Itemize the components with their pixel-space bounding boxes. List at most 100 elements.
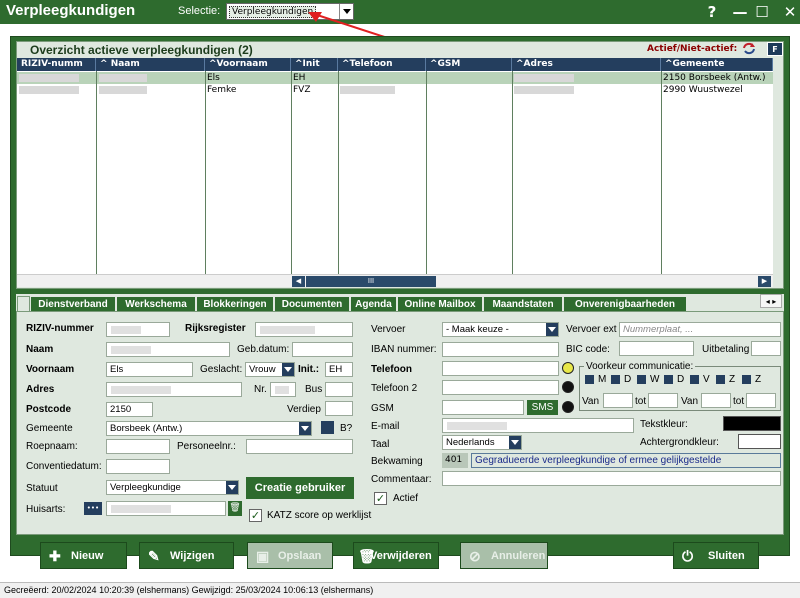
minimize-icon[interactable]: — <box>730 2 750 22</box>
email-input[interactable] <box>442 418 634 433</box>
statuut-select[interactable]: Verpleegkundige <box>106 480 239 495</box>
table-row[interactable]: Els EH 2150 Borsbeek (Antw.) <box>17 72 773 84</box>
van-input-1[interactable] <box>603 393 633 408</box>
tab-agenda[interactable]: Agenda <box>350 296 397 312</box>
tab-scroll-arrows[interactable]: ◂ ▸ <box>760 294 782 308</box>
init-input[interactable]: EH <box>325 362 353 377</box>
day-checkbox-w[interactable] <box>637 375 646 384</box>
taal-select[interactable]: Nederlands <box>442 435 522 450</box>
chevron-down-icon[interactable] <box>226 481 238 494</box>
wijzigen-button[interactable]: ✎ Wijzigen <box>139 542 234 569</box>
col-gemeente[interactable]: ^Gemeente <box>661 58 773 71</box>
tab-werkschema[interactable]: Werkschema <box>116 296 196 312</box>
bus-input[interactable] <box>325 382 353 397</box>
chevron-down-icon[interactable] <box>509 436 521 449</box>
voornaam-input[interactable]: Els <box>106 362 193 377</box>
geslacht-select[interactable]: Vrouw <box>245 362 295 377</box>
maximize-icon[interactable]: ☐ <box>752 2 772 22</box>
table-row[interactable]: Femke FVZ 2990 Wuustwezel <box>17 84 773 96</box>
col-telefoon[interactable]: ^Telefoon <box>338 58 426 71</box>
tab-documenten[interactable]: Documenten <box>274 296 350 312</box>
nieuw-button[interactable]: ✚ Nieuw <box>40 542 127 569</box>
personeelnr-label: Personeelnr.: <box>177 441 236 452</box>
gsm-input[interactable] <box>442 400 524 415</box>
tab-online-mailbox[interactable]: Online Mailbox <box>397 296 483 312</box>
naam-input[interactable] <box>106 342 230 357</box>
adres-input[interactable] <box>106 382 242 397</box>
b-checkbox[interactable] <box>321 421 334 434</box>
riziv-input[interactable] <box>106 322 170 337</box>
uitbetaling-input[interactable] <box>751 341 781 356</box>
tot-input-1[interactable] <box>648 393 678 408</box>
day-checkbox-v[interactable] <box>690 375 699 384</box>
postcode-input[interactable]: 2150 <box>106 402 153 417</box>
tot-input-2[interactable] <box>746 393 776 408</box>
annuleren-button[interactable]: ⊘ Annuleren <box>460 542 548 569</box>
sms-button[interactable]: SMS <box>527 400 558 415</box>
commentaar-input[interactable] <box>442 471 781 486</box>
personeelnr-input[interactable] <box>246 439 353 454</box>
gebdatum-input[interactable] <box>292 342 353 357</box>
conventiedatum-label: Conventiedatum: <box>26 461 102 472</box>
horizontal-scrollbar[interactable]: ◀ III ▶ <box>17 274 773 287</box>
actief-checkbox[interactable]: ✓ <box>374 492 387 505</box>
telefoon-input[interactable] <box>442 361 559 376</box>
vervoer-select[interactable]: - Maak keuze - <box>442 322 559 337</box>
scroll-left-icon[interactable]: ◀ <box>292 276 305 287</box>
help-icon[interactable]: ? <box>702 2 722 22</box>
voorkeur-title: Voorkeur communicatie: <box>584 361 696 372</box>
telefoon2-input[interactable] <box>442 380 559 395</box>
tab-maandstaten[interactable]: Maandstaten <box>483 296 563 312</box>
tab-main[interactable] <box>17 296 30 312</box>
day-checkbox-d2[interactable] <box>664 375 673 384</box>
nr-input[interactable] <box>270 382 296 397</box>
col-adres[interactable]: ^Adres <box>512 58 661 71</box>
katz-checkbox[interactable]: ✓ <box>249 509 262 522</box>
scroll-right-icon[interactable]: ▶ <box>758 276 771 287</box>
col-naam[interactable]: ^ Naam <box>96 58 205 71</box>
scroll-thumb[interactable]: III <box>306 276 436 287</box>
tot-label: tot <box>635 396 647 407</box>
huisarts-input[interactable] <box>106 501 226 516</box>
chevron-down-icon[interactable] <box>299 422 311 435</box>
close-icon[interactable]: ✕ <box>780 2 800 22</box>
tekstkleur-swatch[interactable] <box>723 416 781 431</box>
creatie-gebruiker-button[interactable]: Creatie gebruiker <box>246 477 354 499</box>
achtergrondkleur-swatch[interactable] <box>738 434 781 449</box>
roepnaam-input[interactable] <box>106 439 170 454</box>
bekwaming-value[interactable]: Gegradueerde verpleegkundige of ermee ge… <box>471 453 781 468</box>
van-input-2[interactable] <box>701 393 731 408</box>
verwijderen-button[interactable]: 🗑 Verwijderen <box>353 542 439 569</box>
vervoer-ext-input[interactable]: Nummerplaat, ... <box>619 322 781 337</box>
opslaan-button[interactable]: ▣ Opslaan <box>247 542 333 569</box>
tab-onverenigbaarheden[interactable]: Onverenigbaarheden <box>563 296 687 312</box>
postcode-label: Postcode <box>26 404 72 415</box>
gemeente-select[interactable]: Borsbeek (Antw.) <box>106 421 312 436</box>
tab-dienstverband[interactable]: Dienstverband <box>30 296 116 312</box>
rijksregister-input[interactable] <box>255 322 353 337</box>
trash-icon[interactable]: 🗑 <box>228 501 242 516</box>
plus-icon: ✚ <box>49 548 61 564</box>
col-init[interactable]: ^Init <box>291 58 338 71</box>
huisarts-lookup-button[interactable]: ••• <box>84 502 102 515</box>
col-gsm[interactable]: ^GSM <box>426 58 512 71</box>
filter-button[interactable]: F <box>767 42 783 56</box>
conventiedatum-input[interactable] <box>106 459 170 474</box>
day-label: V <box>703 374 710 385</box>
day-checkbox-z[interactable] <box>716 375 725 384</box>
col-riziv[interactable]: RIZIV-numm <box>17 58 96 71</box>
status-bar: Gecreëerd: 20/02/2024 10:20:39 (elsherma… <box>0 582 800 598</box>
vervoer-label: Vervoer <box>371 324 406 335</box>
sluiten-button[interactable]: ⏻ Sluiten <box>673 542 759 569</box>
chevron-down-icon[interactable] <box>282 363 294 376</box>
day-checkbox-m[interactable] <box>585 375 594 384</box>
bic-input[interactable] <box>619 341 694 356</box>
tab-blokkeringen[interactable]: Blokkeringen <box>196 296 274 312</box>
col-voornaam[interactable]: ^Voornaam <box>205 58 291 71</box>
day-checkbox-d[interactable] <box>611 375 620 384</box>
chevron-down-icon[interactable] <box>546 323 558 336</box>
iban-input[interactable] <box>442 342 559 357</box>
day-checkbox-z2[interactable] <box>742 375 751 384</box>
refresh-icon[interactable] <box>742 42 756 55</box>
verdiep-input[interactable] <box>325 401 353 416</box>
